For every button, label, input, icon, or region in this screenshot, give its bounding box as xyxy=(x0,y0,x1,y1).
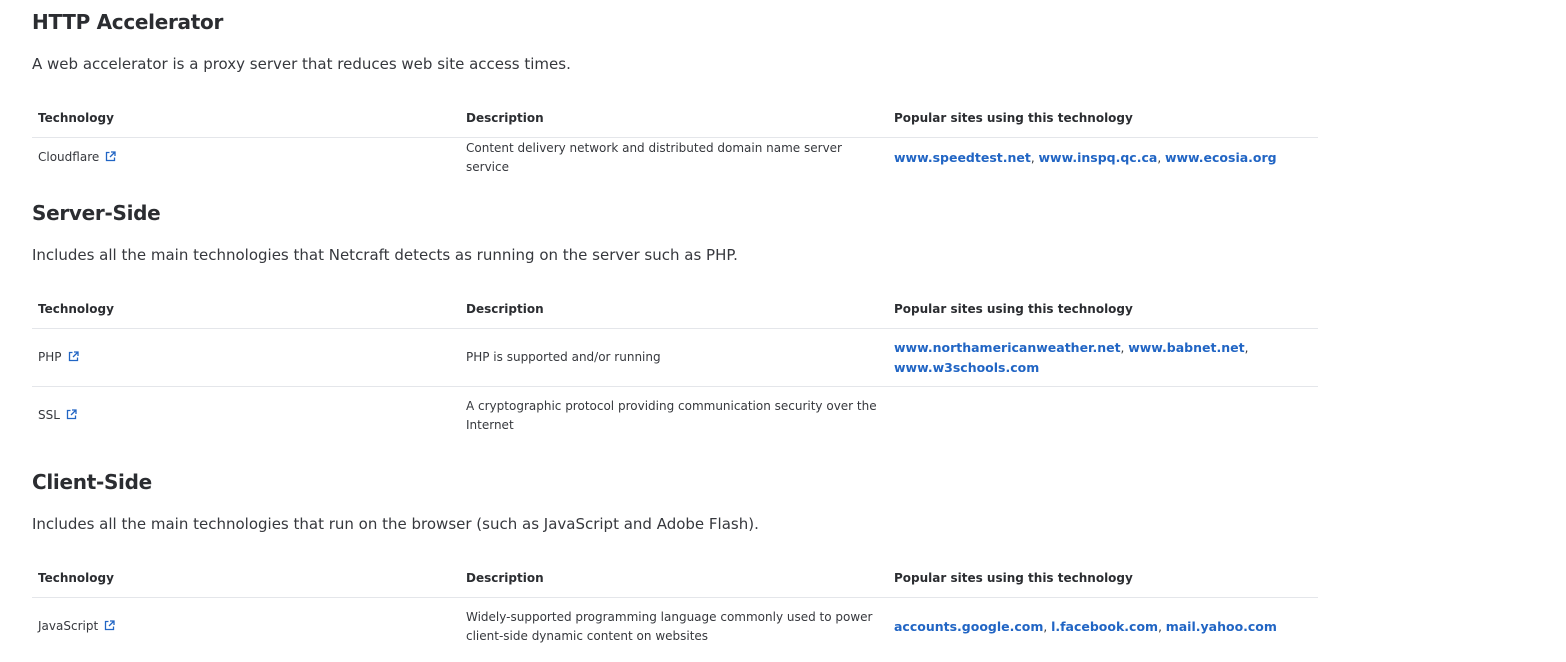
table-header-row: Technology Description Popular sites usi… xyxy=(32,290,1318,329)
table-header-row: Technology Description Popular sites usi… xyxy=(32,99,1318,138)
external-link-icon[interactable] xyxy=(68,349,79,362)
technology-cell: JavaScript xyxy=(32,598,460,656)
external-link-icon[interactable] xyxy=(104,618,115,631)
external-link-icon[interactable] xyxy=(105,149,116,162)
site-link[interactable]: www.babnet.net xyxy=(1128,340,1244,355)
section-title: Client-Side xyxy=(32,470,152,494)
column-header-description: Description xyxy=(460,99,888,138)
technology-table: Technology Description Popular sites usi… xyxy=(32,290,1318,445)
section-title: HTTP Accelerator xyxy=(32,10,224,34)
technology-table: Technology Description Popular sites usi… xyxy=(32,559,1318,656)
site-link[interactable]: www.northamericanweather.net xyxy=(894,340,1121,355)
site-link[interactable]: accounts.google.com xyxy=(894,619,1043,634)
description-cell: A cryptographic protocol providing commu… xyxy=(466,398,877,432)
column-header-technology: Technology xyxy=(32,99,460,138)
technology-name: JavaScript xyxy=(38,619,99,634)
site-link[interactable]: mail.yahoo.com xyxy=(1166,619,1277,634)
section-client-side: Client-Side Includes all the main techno… xyxy=(32,469,1318,643)
column-header-description: Description xyxy=(460,559,888,598)
section-server-side: Server-Side Includes all the main techno… xyxy=(32,200,1318,432)
popular-sites-cell xyxy=(888,387,1318,445)
section-http-accelerator: HTTP Accelerator A web accelerator is a … xyxy=(32,9,1318,174)
technology-cell: Cloudflare xyxy=(32,138,460,178)
technology-name: Cloudflare xyxy=(38,150,100,165)
column-header-technology: Technology xyxy=(32,290,460,329)
popular-sites-cell: accounts.google.com, l.facebook.com, mai… xyxy=(894,618,1277,634)
technology-name: SSL xyxy=(38,408,60,423)
table-row: PHP PHP is supported and/or running www.… xyxy=(32,328,1318,387)
column-header-technology: Technology xyxy=(32,559,460,598)
table-header-row: Technology Description Popular sites usi… xyxy=(32,559,1318,598)
column-header-popular-sites: Popular sites using this technology xyxy=(888,290,1318,329)
site-link[interactable]: www.ecosia.org xyxy=(1165,150,1277,165)
technology-cell: SSL xyxy=(32,387,460,445)
site-link[interactable]: www.w3schools.com xyxy=(894,360,1039,375)
external-link-icon[interactable] xyxy=(66,407,77,420)
popular-sites-cell: www.northamericanweather.net, www.babnet… xyxy=(888,328,1318,387)
popular-sites-cell: www.speedtest.net, www.inspq.qc.ca, www.… xyxy=(894,149,1277,165)
column-header-description: Description xyxy=(460,290,888,329)
table-row: JavaScript Widely-supported programming … xyxy=(32,598,1318,656)
technology-table: Technology Description Popular sites usi… xyxy=(32,99,1318,178)
column-header-popular-sites: Popular sites using this technology xyxy=(888,99,1318,138)
technology-name: PHP xyxy=(38,350,62,364)
site-link[interactable]: www.speedtest.net xyxy=(894,150,1031,165)
table-row: Cloudflare Content delivery network and … xyxy=(32,138,1318,178)
section-intro: Includes all the main technologies that … xyxy=(32,515,759,533)
column-header-popular-sites: Popular sites using this technology xyxy=(888,559,1318,598)
site-link[interactable]: www.inspq.qc.ca xyxy=(1039,150,1158,165)
description-cell: Content delivery network and distributed… xyxy=(466,140,842,174)
technology-cell: PHP xyxy=(32,328,460,387)
table-row: SSL A cryptographic protocol providing c… xyxy=(32,387,1318,445)
section-title: Server-Side xyxy=(32,201,161,225)
section-intro: Includes all the main technologies that … xyxy=(32,246,738,264)
section-intro: A web accelerator is a proxy server that… xyxy=(32,55,571,73)
description-cell: PHP is supported and/or running xyxy=(460,328,888,387)
description-cell: Widely-supported programming language co… xyxy=(466,609,873,643)
site-link[interactable]: l.facebook.com xyxy=(1051,619,1158,634)
